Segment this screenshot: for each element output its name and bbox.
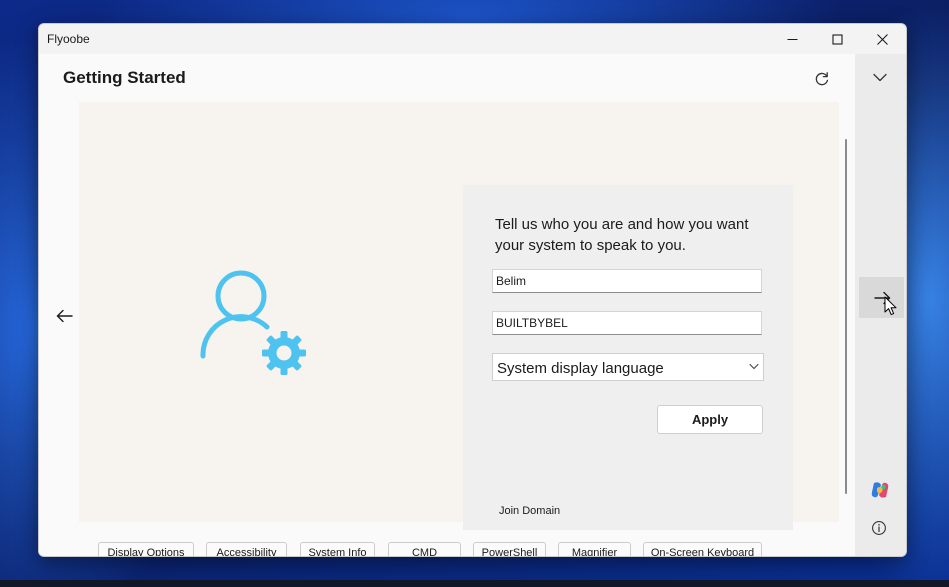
app-window: Flyoobe Getting Started Tell us who you … bbox=[38, 23, 907, 557]
vertical-scrollbar[interactable] bbox=[845, 139, 847, 494]
user-settings-icon bbox=[200, 270, 306, 375]
maximize-icon bbox=[831, 33, 843, 45]
refresh-button[interactable] bbox=[809, 66, 835, 92]
side-panel bbox=[855, 54, 906, 556]
username-input[interactable] bbox=[492, 269, 762, 293]
close-button[interactable] bbox=[859, 24, 905, 54]
chevron-down-icon bbox=[749, 363, 759, 370]
page-title: Getting Started bbox=[63, 68, 186, 87]
close-icon bbox=[876, 33, 888, 45]
side-toggle-button[interactable] bbox=[869, 66, 891, 88]
language-select-value: System display language bbox=[497, 360, 664, 377]
magnifier-button[interactable]: Magnifier bbox=[558, 542, 631, 556]
minimize-button[interactable] bbox=[769, 24, 815, 54]
on-screen-keyboard-button[interactable]: On-Screen Keyboard bbox=[643, 542, 762, 556]
powershell-button[interactable]: PowerShell bbox=[473, 542, 546, 556]
main-content: Getting Started Tell us who you are and … bbox=[39, 54, 855, 556]
info-icon[interactable] bbox=[871, 520, 887, 536]
copilot-icon[interactable] bbox=[870, 481, 890, 499]
apply-button[interactable]: Apply bbox=[657, 405, 763, 434]
language-select[interactable]: System display language bbox=[492, 353, 764, 381]
taskbar bbox=[0, 580, 949, 587]
computer-name-input[interactable] bbox=[492, 311, 762, 335]
minimize-icon bbox=[787, 38, 797, 40]
chevron-down-icon bbox=[873, 73, 887, 81]
mouse-pointer-icon bbox=[884, 296, 897, 316]
title-bar: Flyoobe bbox=[39, 24, 906, 54]
back-button[interactable] bbox=[53, 304, 77, 328]
refresh-icon bbox=[815, 72, 829, 86]
cmd-button[interactable]: CMD bbox=[388, 542, 461, 556]
system-info-button[interactable]: System Info bbox=[300, 542, 375, 556]
card-heading: Tell us who you are and how you want you… bbox=[495, 216, 749, 254]
app-title: Flyoobe bbox=[47, 32, 90, 46]
identity-card: Tell us who you are and how you want you… bbox=[463, 185, 793, 530]
arrow-left-icon bbox=[56, 309, 73, 323]
quick-actions-bar: Display Options Accessibility System Inf… bbox=[39, 542, 855, 556]
display-options-button[interactable]: Display Options bbox=[98, 542, 194, 556]
join-domain-link[interactable]: Join Domain bbox=[499, 505, 560, 517]
maximize-button[interactable] bbox=[814, 24, 860, 54]
accessibility-button[interactable]: Accessibility bbox=[206, 542, 287, 556]
